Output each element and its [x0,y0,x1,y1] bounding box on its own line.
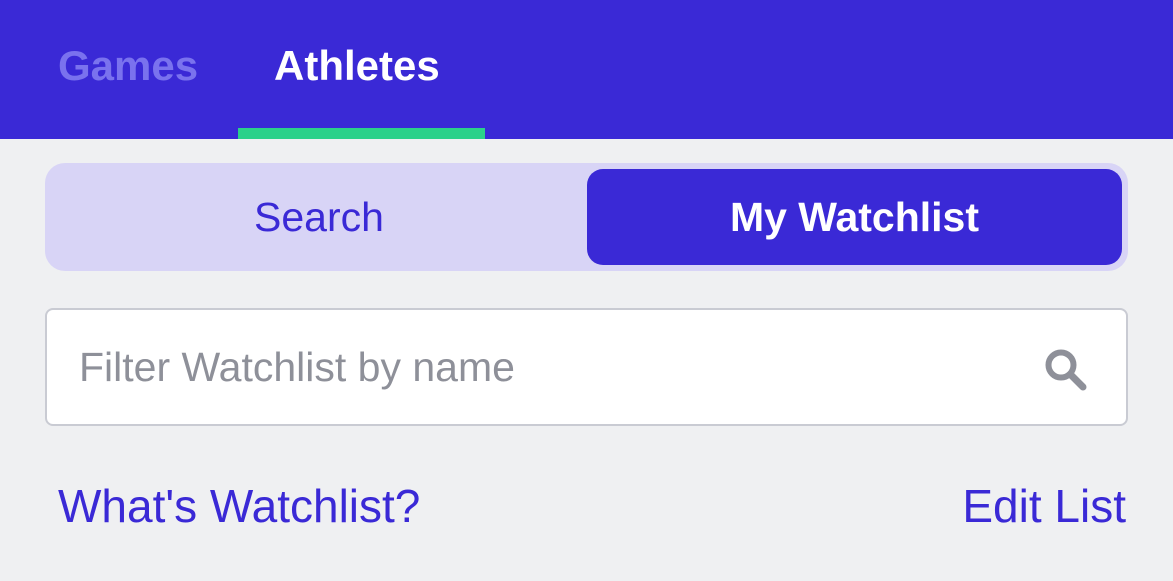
tab-games[interactable]: Games [58,40,198,92]
watchlist-filter-field [45,308,1128,426]
tab-athletes[interactable]: Athletes [274,40,440,92]
edit-list-link[interactable]: Edit List [962,478,1126,534]
whats-watchlist-link[interactable]: What's Watchlist? [58,478,420,534]
view-segmented-control: Search My Watchlist [45,163,1128,271]
active-tab-indicator [238,128,485,139]
top-tab-bar: Games Athletes [0,0,1173,139]
segment-search[interactable]: Search [51,169,587,265]
search-icon[interactable] [1043,347,1089,393]
segment-my-watchlist[interactable]: My Watchlist [587,169,1122,265]
watchlist-filter-input[interactable] [79,310,1019,424]
